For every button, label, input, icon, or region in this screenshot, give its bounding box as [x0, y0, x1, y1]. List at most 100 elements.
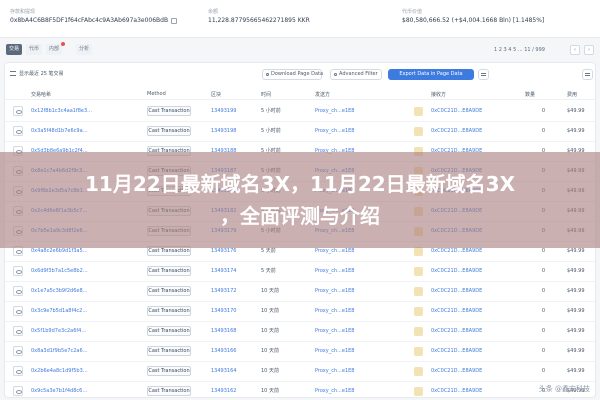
download-button[interactable]: Download Page Data [262, 69, 323, 80]
tx-hash-link[interactable]: 0x12f8b1c3c4aa1f8e3… [31, 108, 92, 115]
table-row: 0x5f1b9d7e3c2a6f4… Cast Transaction 134931… [5, 321, 595, 342]
pagination-next-button[interactable]: › [584, 45, 594, 55]
block-link[interactable]: 13493170 [211, 308, 236, 315]
tab-transactions[interactable]: 交易 [6, 44, 22, 55]
view-icon[interactable] [13, 326, 23, 336]
balance-value: 11,228.87795665462271895 KKR [208, 17, 310, 24]
view-icon[interactable] [13, 306, 23, 316]
view-icon[interactable] [13, 126, 23, 136]
tx-amount: 0 [541, 308, 545, 314]
tx-hash-link[interactable]: 0x3a5f48d1b7e6c9a… [31, 128, 88, 135]
tx-age: 5 小时前 [261, 108, 281, 114]
tab-analytics[interactable]: 分析 [76, 44, 92, 55]
from-address-link[interactable]: Proxy_ch...e1E8 [315, 128, 354, 135]
direction-tag [414, 307, 423, 316]
address-label: 存款和提现 [10, 9, 36, 15]
more-button[interactable] [582, 69, 593, 80]
method-badge: Cast Transaction [147, 366, 191, 376]
table-row: 0x3c9e7b5d1a8f4c2… Cast Transaction 134931… [5, 301, 595, 322]
tx-age: 10 天前 [261, 308, 279, 314]
to-address-link[interactable]: 0xC0C21D...E8A9DE [431, 328, 482, 335]
tx-age: 10 天前 [261, 368, 279, 374]
more-icon [585, 73, 590, 76]
tx-hash-link[interactable]: 0x1e7a5c3b9f2d6e8… [31, 288, 88, 295]
block-link[interactable]: 13493198 [211, 128, 236, 135]
to-address-link[interactable]: 0xC0C21D...E8A9DE [431, 268, 482, 275]
to-address-link[interactable]: 0xC0C21D...E8A9DE [431, 128, 482, 135]
from-address-link[interactable]: Proxy_ch...e1E8 [315, 268, 354, 275]
advanced-filter-button[interactable]: Advanced Filter [330, 69, 382, 80]
to-address-link[interactable]: 0xC0C21D...E8A9DE [431, 368, 482, 375]
tx-fee: $49.99 [567, 368, 585, 374]
direction-tag [414, 247, 423, 256]
balance-block: 余额 11,228.87795665462271895 KKR [208, 8, 310, 26]
to-address-link[interactable]: 0xC0C21D...E8A9DE [431, 108, 482, 115]
tx-hash-link[interactable]: 0x8a3d1f9b5e7c2a6… [31, 348, 88, 355]
notification-dot [61, 42, 65, 46]
title-overlay: 11月22日最新域名3X，11月22日最新域名3X ，全面评测与介绍 [0, 152, 600, 248]
direction-tag [414, 327, 423, 336]
col-age: 时间 [261, 92, 272, 98]
to-address-link[interactable]: 0xC0C21D...E8A9DE [431, 348, 482, 355]
block-link[interactable]: 13493166 [211, 348, 236, 355]
tx-fee: $49.99 [567, 108, 585, 114]
col-method: Method [147, 91, 166, 97]
direction-tag [414, 287, 423, 296]
col-hash: 交易哈希 [31, 92, 52, 98]
block-link[interactable]: 13493174 [211, 268, 236, 275]
to-address-link[interactable]: 0xC0C21D...E8A9DE [431, 248, 482, 255]
to-address-link[interactable]: 0xC0C21D...E8A9DE [431, 388, 482, 395]
method-badge: Cast Transaction [147, 326, 191, 336]
block-link[interactable]: 13493162 [211, 388, 236, 395]
table-row: 0x12f8b1c3c4aa1f8e3… Cast Transaction 1349… [5, 101, 595, 122]
tx-hash-link[interactable]: 0x3c9e7b5d1a8f4c2… [31, 308, 87, 315]
block-link[interactable]: 13493199 [211, 108, 236, 115]
tx-fee: $49.99 [567, 308, 585, 314]
sort-icon [10, 71, 16, 76]
tx-fee: $49.99 [567, 268, 585, 274]
view-icon[interactable] [13, 366, 23, 376]
tx-hash-link[interactable]: 0x4a8c2e6b9d1f3a5… [31, 248, 88, 255]
from-address-link[interactable]: Proxy_ch...e1E8 [315, 328, 354, 335]
view-icon[interactable] [13, 106, 23, 116]
from-address-link[interactable]: Proxy_ch...e1E8 [315, 348, 354, 355]
tab-internal[interactable]: 内部 [46, 42, 65, 55]
view-icon[interactable] [13, 346, 23, 356]
table-row: 0x2b6e4a8c1d9f5b3… Cast Transaction 134931… [5, 361, 595, 382]
address-block: 存款和提现 0x8bA4C6B8F5DF1f64cFAbc4c9A3Ab697a… [10, 8, 178, 26]
from-address-link[interactable]: Proxy_ch...e1E8 [315, 248, 354, 255]
from-address-link[interactable]: Proxy_ch...e1E8 [315, 368, 354, 375]
tx-hash-link[interactable]: 0x6d9f3b7a1c5e8b2… [31, 268, 88, 275]
address-value: 0x8bA4C6B8F5DF1f64cFAbc4c9A3Ab697a3e006B… [10, 16, 178, 26]
tab-tokens[interactable]: 代币 [26, 44, 42, 55]
overview-bar: 存款和提现 0x8bA4C6B8F5DF1f64cFAbc4c9A3Ab697a… [0, 0, 600, 38]
download-icon [266, 73, 269, 76]
table-summary: 显示最近 25 笔交易 [10, 70, 64, 78]
copy-icon[interactable] [171, 17, 178, 24]
tx-hash-link[interactable]: 0x9c5a3e7b1f4d8c6… [31, 388, 87, 395]
from-address-link[interactable]: Proxy_ch...e1E8 [315, 308, 354, 315]
from-address-link[interactable]: Proxy_ch...e1E8 [315, 108, 354, 115]
tx-hash-link[interactable]: 0x2b6e4a8c1d9f5b3… [31, 368, 88, 375]
view-icon[interactable] [13, 386, 23, 396]
tx-amount: 0 [541, 348, 545, 354]
to-address-link[interactable]: 0xC0C21D...E8A9DE [431, 288, 482, 295]
tx-amount: 0 [541, 108, 545, 114]
export-button[interactable]: Export Data in Page Data [388, 69, 474, 80]
view-icon[interactable] [13, 286, 23, 296]
col-fee: 费用 [567, 92, 578, 98]
columns-button[interactable] [478, 69, 489, 80]
block-link[interactable]: 13493176 [211, 248, 236, 255]
pagination-prev-button[interactable]: ‹ [570, 45, 580, 55]
direction-tag [414, 267, 423, 276]
to-address-link[interactable]: 0xC0C21D...E8A9DE [431, 308, 482, 315]
view-icon[interactable] [13, 266, 23, 276]
from-address-link[interactable]: Proxy_ch...e1E8 [315, 388, 354, 395]
pagination-text: 1 2 3 4 5 ... 11 / 999 [494, 47, 545, 53]
col-amount: 数量 [525, 92, 536, 98]
block-link[interactable]: 13493164 [211, 368, 236, 375]
from-address-link[interactable]: Proxy_ch...e1E8 [315, 288, 354, 295]
tx-hash-link[interactable]: 0x5f1b9d7e3c2a6f4… [31, 328, 86, 335]
block-link[interactable]: 13493168 [211, 328, 236, 335]
block-link[interactable]: 13493172 [211, 288, 236, 295]
